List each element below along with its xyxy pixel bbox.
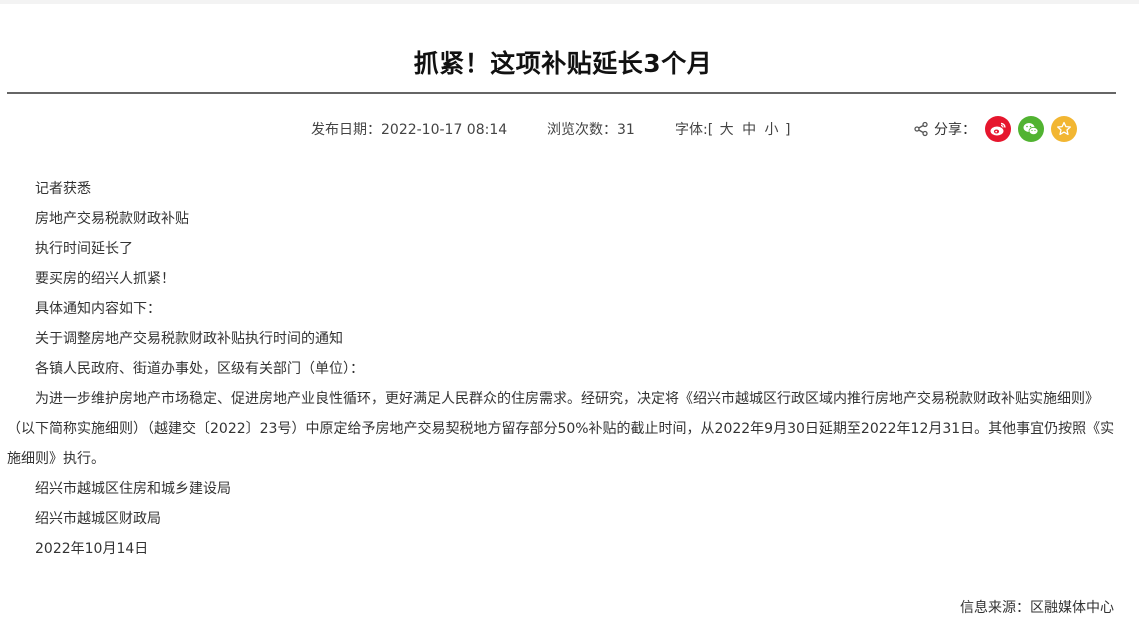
article-paragraph: 具体通知内容如下：: [35, 301, 161, 317]
share-weibo-button[interactable]: [985, 116, 1011, 142]
view-count: 浏览次数：31: [547, 122, 635, 138]
wechat-icon: [1023, 123, 1039, 136]
article-paragraph: 2022年10月14日: [35, 541, 149, 557]
share-bar: 分享：: [913, 115, 1084, 143]
publish-date: 发布日期：2022-10-17 08:14: [311, 122, 508, 138]
share-icon: [913, 121, 929, 137]
font-size-label: 字体:[: [675, 122, 714, 138]
top-bar: [0, 0, 1139, 4]
article-paragraph: 要买房的绍兴人抓紧！: [35, 271, 175, 287]
article-paragraph: 关于调整房地产交易税款财政补贴执行时间的通知: [35, 331, 343, 347]
share-label: 分享：: [934, 122, 976, 138]
share-favorite-button[interactable]: [1051, 116, 1077, 142]
weibo-icon: [990, 122, 1006, 136]
font-size-close-bracket: ]: [785, 122, 791, 138]
title-divider: [7, 92, 1116, 94]
font-size-medium[interactable]: 中: [742, 122, 756, 138]
font-size-small[interactable]: 小: [765, 122, 779, 138]
font-size-large[interactable]: 大: [720, 122, 734, 138]
article-paragraph: 各镇人民政府、街道办事处，区级有关部门（单位）：: [35, 361, 364, 377]
article-paragraph: 绍兴市越城区财政局: [35, 511, 161, 527]
article-paragraph: 房地产交易税款财政补贴: [35, 211, 189, 227]
font-size-selector: 字体:[ 大 中 小 ]: [675, 118, 790, 142]
article-paragraph: 为进一步维护房地产市场稳定、促进房地产业良性循环，更好满足人民群众的住房需求。经…: [7, 391, 1115, 467]
article-body: 记者获悉 房地产交易税款财政补贴 执行时间延长了 要买房的绍兴人抓紧！ 具体通知…: [7, 174, 1119, 564]
star-icon: [1057, 121, 1071, 136]
article-paragraph: 绍兴市越城区住房和城乡建设局: [35, 481, 231, 497]
article-paragraph: 记者获悉: [35, 181, 91, 197]
article-source: 信息来源：区融媒体中心: [960, 600, 1114, 616]
page-title: 抓紧！这项补贴延长3个月: [413, 49, 713, 78]
article-paragraph: 执行时间延长了: [35, 241, 133, 257]
share-wechat-button[interactable]: [1018, 116, 1044, 142]
